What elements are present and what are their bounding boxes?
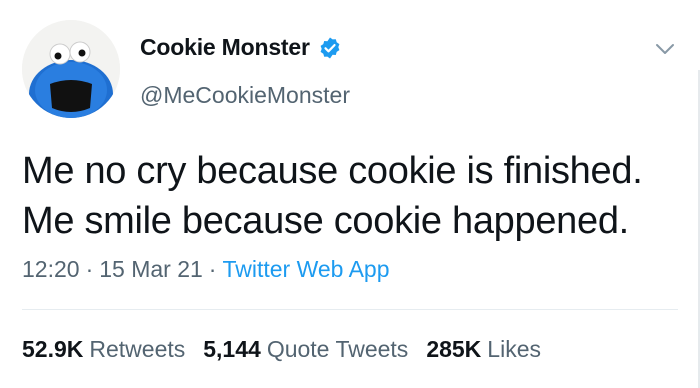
tweet-text-line: Me no cry because cookie is finished. xyxy=(22,150,643,192)
tweet-text: Me no cry because cookie is finished. Me… xyxy=(22,146,692,246)
display-name[interactable]: Cookie Monster xyxy=(140,34,310,61)
quote-tweets-stat[interactable]: 5,144 Quote Tweets xyxy=(203,336,408,362)
tweet-source-link[interactable]: Twitter Web App xyxy=(222,256,389,282)
tweet-date[interactable]: 15 Mar 21 xyxy=(99,256,203,282)
quote-tweets-label: Quote Tweets xyxy=(266,336,409,362)
likes-count: 285K xyxy=(426,336,482,362)
meta-separator: · xyxy=(85,256,94,282)
likes-stat[interactable]: 285K Likes xyxy=(426,336,541,362)
retweets-stat[interactable]: 52.9K Retweets xyxy=(22,336,185,362)
cookie-monster-avatar-icon xyxy=(22,20,120,118)
tweet-time[interactable]: 12:20 xyxy=(22,256,80,282)
meta-separator: · xyxy=(208,256,217,282)
quote-tweets-count: 5,144 xyxy=(203,336,261,362)
user-handle[interactable]: @MeCookieMonster xyxy=(140,82,350,109)
likes-label: Likes xyxy=(487,336,541,362)
author-name-row: Cookie Monster xyxy=(140,34,342,61)
divider xyxy=(22,309,678,310)
chevron-down-icon[interactable] xyxy=(652,36,678,62)
tweet-meta: 12:20 · 15 Mar 21 · Twitter Web App xyxy=(22,256,390,283)
retweets-count: 52.9K xyxy=(22,336,84,362)
tweet-text-line: Me smile because cookie happened. xyxy=(22,200,629,242)
verified-badge-icon xyxy=(318,36,342,60)
avatar[interactable] xyxy=(22,20,120,118)
tweet-stats: 52.9K Retweets 5,144 Quote Tweets 285K Likes xyxy=(22,336,559,363)
retweets-label: Retweets xyxy=(89,336,186,362)
